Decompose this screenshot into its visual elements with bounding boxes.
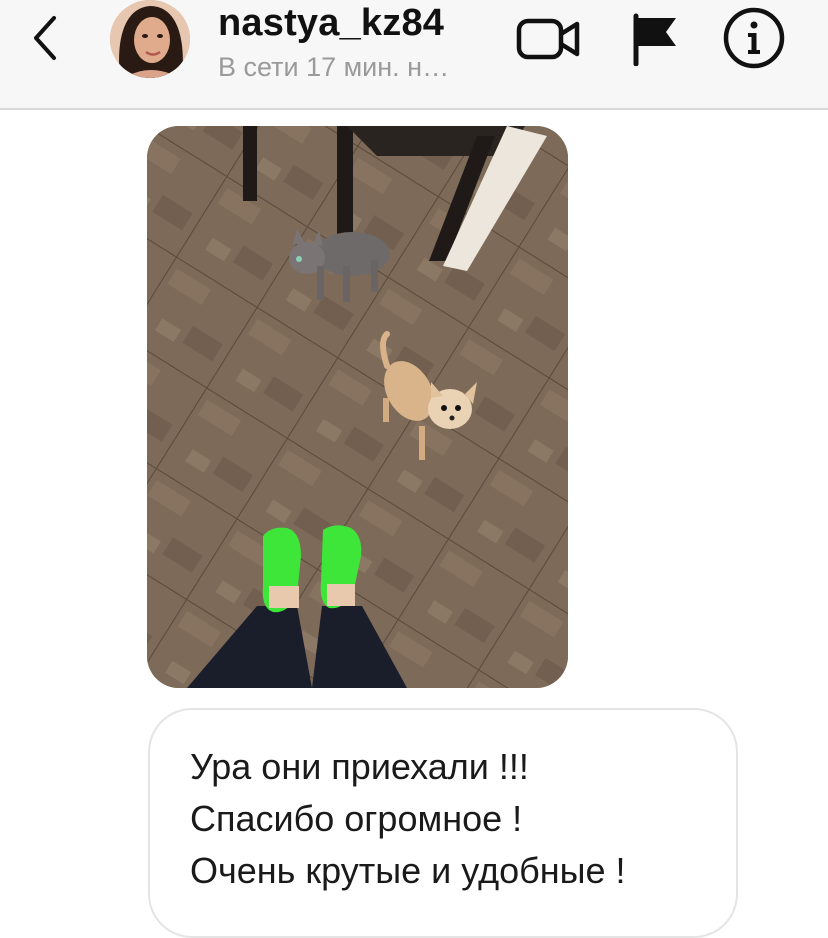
video-call-button[interactable]	[516, 12, 582, 66]
chat-username[interactable]: nastya_kz84	[218, 2, 444, 45]
chevron-left-icon	[34, 16, 56, 60]
avatar[interactable]	[110, 0, 190, 78]
message-line: Очень крутые и удобные !	[190, 850, 626, 891]
photo-message[interactable]	[147, 126, 568, 688]
details-button[interactable]	[722, 6, 786, 70]
online-status: В сети 17 мин. н…	[218, 52, 450, 82]
flag-icon	[633, 13, 676, 67]
message-line: Ура они приехали !!!	[190, 746, 529, 787]
photo-image	[147, 126, 568, 688]
text-message-bubble[interactable]: Ура они приехали !!! Спасибо огромное ! …	[148, 708, 738, 938]
report-button[interactable]	[630, 12, 682, 67]
back-button[interactable]	[24, 12, 68, 64]
chat-header: nastya_kz84 В сети 17 мин. н…	[0, 0, 828, 110]
message-line: Спасибо огромное !	[190, 798, 523, 839]
info-icon	[723, 7, 785, 69]
video-camera-icon	[516, 18, 580, 60]
